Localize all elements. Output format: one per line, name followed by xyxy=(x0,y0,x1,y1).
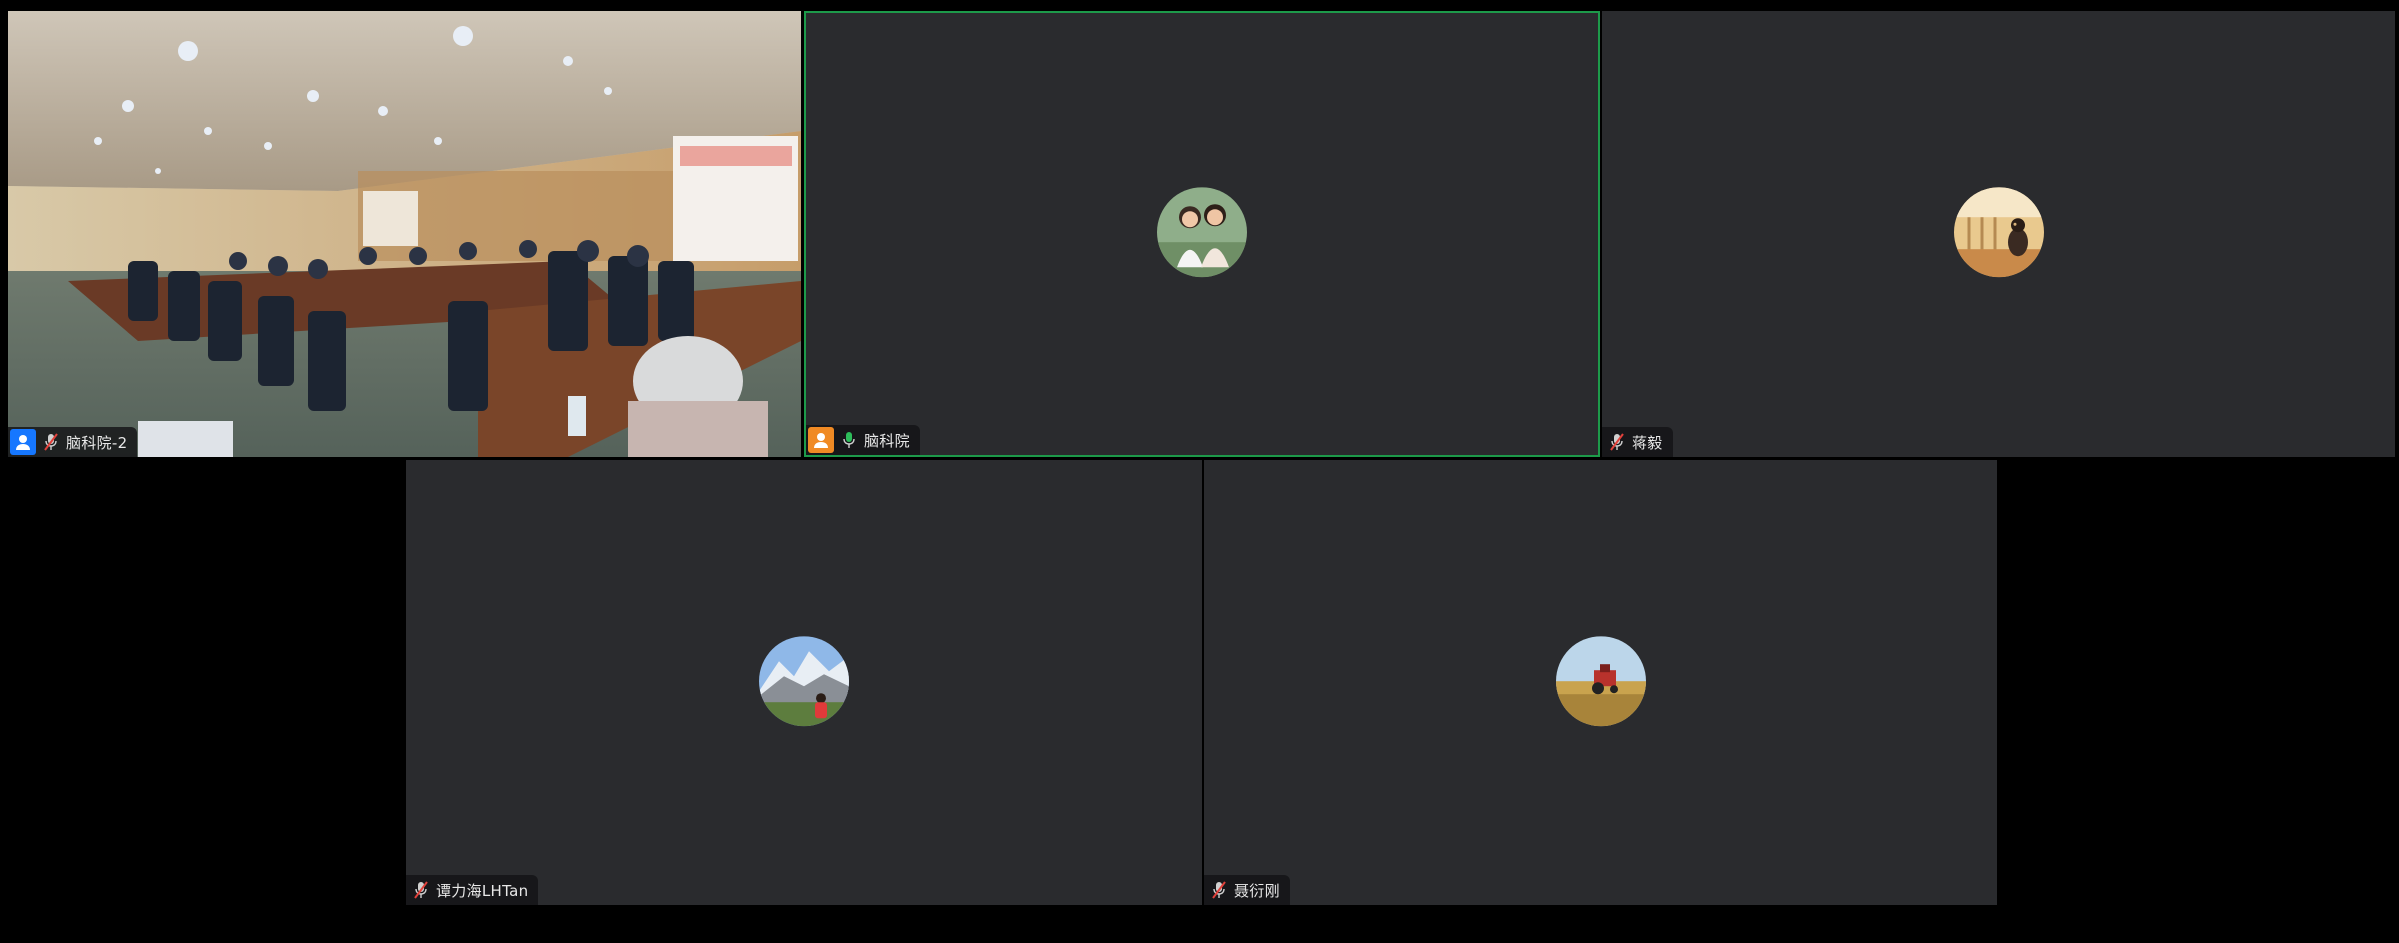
person-blue-icon xyxy=(10,429,36,455)
participant-name-badge: 谭力海LHTan xyxy=(406,875,539,905)
participant-name-badge: 脑科院-2 xyxy=(8,427,138,457)
participant-tile-active-speaker[interactable]: 脑科院 xyxy=(804,11,1600,457)
conference-room-video xyxy=(8,11,801,457)
active-mic-icon xyxy=(838,426,860,454)
participant-name-badge: 蒋毅 xyxy=(1602,427,1673,457)
person-orange-icon xyxy=(808,427,834,453)
participant-name-badge: 脑科院 xyxy=(806,425,920,455)
participant-tile[interactable]: 聂衍刚 xyxy=(1204,460,1997,905)
participant-avatar xyxy=(1157,187,1247,278)
participant-tile[interactable]: 蒋毅 xyxy=(1602,11,2395,457)
participant-name: 脑科院-2 xyxy=(66,433,128,452)
muted-mic-icon xyxy=(1606,428,1628,456)
participant-name: 脑科院 xyxy=(864,431,910,450)
participant-name: 蒋毅 xyxy=(1632,433,1663,452)
video-gallery: 脑科院-2 脑科院 蒋毅 谭力海LHTan 聂衍刚 xyxy=(0,0,2399,943)
participant-avatar xyxy=(759,635,849,726)
participant-tile[interactable]: 谭力海LHTan xyxy=(406,460,1202,905)
muted-mic-icon xyxy=(1208,876,1230,904)
participant-name: 聂衍刚 xyxy=(1234,881,1280,900)
participant-name-badge: 聂衍刚 xyxy=(1204,875,1290,905)
muted-mic-icon xyxy=(40,428,62,456)
participant-name: 谭力海LHTan xyxy=(436,881,529,900)
participant-tile-video[interactable]: 脑科院-2 xyxy=(8,11,801,457)
participant-avatar xyxy=(1555,635,1646,726)
participant-avatar xyxy=(1953,187,2044,278)
muted-mic-icon xyxy=(410,876,432,904)
